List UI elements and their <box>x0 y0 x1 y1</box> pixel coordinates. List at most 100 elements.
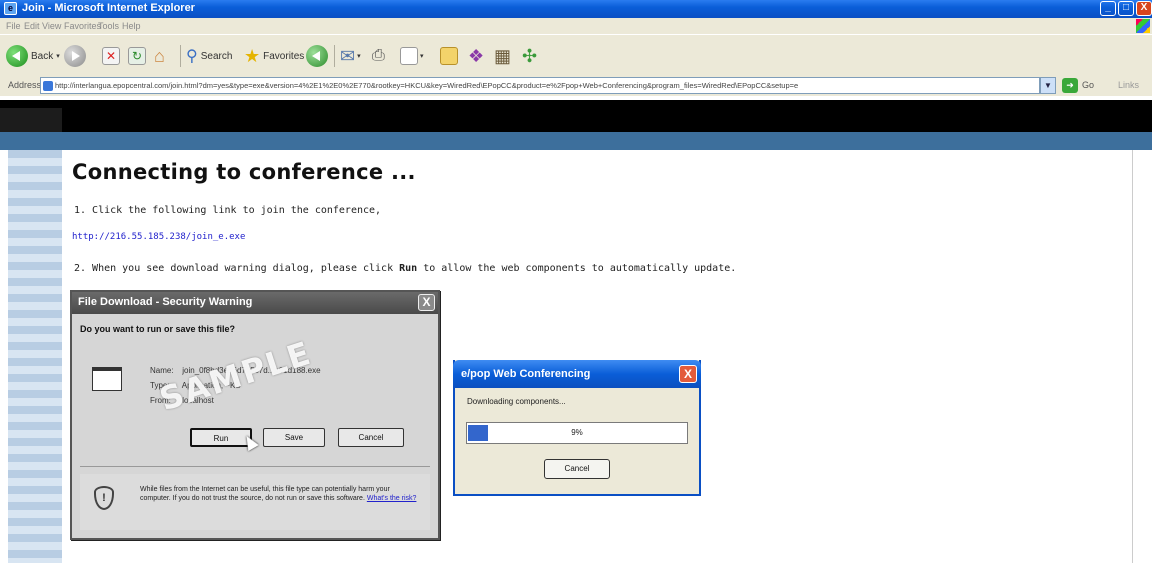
back-label: Back <box>31 50 54 62</box>
stop-button[interactable]: ✕ <box>102 43 120 69</box>
window-titlebar: e Join - Microsoft Internet Explorer _ □… <box>0 0 1152 18</box>
stop-icon: ✕ <box>102 47 120 65</box>
address-dropdown-button[interactable]: ▼ <box>1040 77 1056 94</box>
back-button[interactable]: Back ▾ <box>6 43 60 69</box>
save-button[interactable]: Save <box>263 428 325 447</box>
menu-view[interactable]: View <box>42 21 61 31</box>
messenger-button[interactable]: ❖ <box>468 43 484 69</box>
step-2-text-end: to allow the web components to automatic… <box>417 263 737 274</box>
file-download-titlebar: File Download - Security Warning X <box>72 292 438 314</box>
step-2-text-start: 2. When you see download warning dialog,… <box>74 263 400 274</box>
dialog-divider <box>80 466 430 467</box>
join-conference-link[interactable]: http://216.55.185.238/join_e.exe <box>72 232 245 242</box>
page-title: Connecting to conference ... <box>72 160 416 184</box>
refresh-button[interactable]: ↻ <box>128 43 146 69</box>
discuss-button[interactable] <box>440 43 458 69</box>
page-subheader-band <box>0 132 1152 150</box>
file-from-value: localhost <box>182 396 214 405</box>
print-icon: ⎙ <box>372 47 385 64</box>
shield-icon: ! <box>94 486 114 510</box>
step-2-run-keyword: Run <box>399 263 418 274</box>
file-from-row: From: localhost <box>150 396 214 405</box>
download-progress-percent: 9% <box>571 428 583 437</box>
file-type-row: Type: Application, ~KB <box>150 381 241 390</box>
menu-edit[interactable]: Edit <box>24 21 40 31</box>
go-arrow-icon[interactable]: ➜ <box>1062 78 1078 93</box>
file-type-value: Application, ~KB <box>181 381 241 390</box>
go-button[interactable]: Go <box>1082 80 1094 90</box>
history-button[interactable] <box>306 43 328 69</box>
conferencing-titlebar: e/pop Web Conferencing X <box>453 360 701 388</box>
close-window-button[interactable]: X <box>1136 1 1152 16</box>
mail-button[interactable]: ✉ ▾ <box>340 43 361 69</box>
file-from-label: From: <box>150 396 171 405</box>
related-button[interactable]: ✣ <box>522 43 537 69</box>
favorites-button[interactable]: ★ Favorites <box>244 43 304 69</box>
file-download-close-button[interactable]: X <box>418 294 435 311</box>
file-download-title: File Download - Security Warning <box>78 296 253 308</box>
file-download-question: Do you want to run or save this file? <box>80 324 236 334</box>
menu-favorites[interactable]: Favorites <box>64 21 101 31</box>
sample-watermark: SAMPLE <box>154 333 317 419</box>
ie-icon: e <box>4 2 17 15</box>
menu-file[interactable]: File <box>6 21 21 31</box>
menu-tools[interactable]: Tools <box>98 21 119 31</box>
home-button[interactable]: ⌂ <box>154 43 165 69</box>
security-warning-text: While files from the Internet can be use… <box>140 485 420 503</box>
maximize-button[interactable]: □ <box>1118 1 1134 16</box>
download-progress-bar: 9% <box>466 422 688 444</box>
favorites-label: Favorites <box>263 50 305 62</box>
page-header-band <box>0 100 1152 132</box>
application-file-icon <box>92 367 122 391</box>
search-icon: ⚲ <box>186 48 198 65</box>
chevron-down-icon: ▾ <box>357 53 361 60</box>
step-2-text: 2. When you see download warning dialog,… <box>74 263 736 274</box>
edit-button[interactable]: ▾ <box>400 43 424 69</box>
file-name-value: join_0f8bd3e96d7a5c7d...e01d188.exe <box>182 366 321 375</box>
chevron-down-icon: ▾ <box>420 53 424 60</box>
menu-help[interactable]: Help <box>122 21 141 31</box>
conferencing-close-button[interactable]: X <box>679 365 697 383</box>
minimize-button[interactable]: _ <box>1100 1 1116 16</box>
file-name-row: Name: join_0f8bd3e96d7a5c7d...e01d188.ex… <box>150 366 321 375</box>
history-icon <box>306 45 328 67</box>
page-left-stripe <box>8 150 62 563</box>
cancel-download-button[interactable]: Cancel <box>338 428 404 447</box>
page-icon <box>43 81 53 91</box>
star-icon: ★ <box>244 45 261 66</box>
forward-arrow-icon <box>64 45 86 67</box>
security-warning-box: ! While files from the Internet can be u… <box>80 474 430 530</box>
search-label: Search <box>200 50 233 62</box>
links-label[interactable]: Links <box>1118 80 1139 90</box>
conferencing-progress-dialog: e/pop Web Conferencing X Downloading com… <box>453 360 701 496</box>
address-url: http://interlangua.epopcentral.com/join.… <box>55 81 799 90</box>
download-status-text: Downloading components... <box>467 397 566 406</box>
browser-toolbar: Back ▾ ✕ ↻ ⌂ ⚲ Search ★ Favorites ✉ ▾ ⎙ … <box>0 34 1152 76</box>
research-button[interactable]: ▦ <box>494 43 511 69</box>
address-input[interactable]: http://interlangua.epopcentral.com/join.… <box>40 77 1040 94</box>
file-type-label: Type: <box>150 381 170 390</box>
print-button[interactable]: ⎙ <box>372 43 385 69</box>
whats-the-risk-link[interactable]: What's the risk? <box>367 495 417 502</box>
refresh-icon: ↻ <box>128 47 146 65</box>
window-title: Join - Microsoft Internet Explorer <box>22 2 195 14</box>
address-bar: Address http://interlangua.epopcentral.c… <box>0 76 1152 96</box>
windows-logo-icon <box>1136 19 1150 33</box>
search-button[interactable]: ⚲ Search <box>186 43 232 69</box>
conferencing-title: e/pop Web Conferencing <box>461 368 591 380</box>
security-warning-body: While files from the Internet can be use… <box>140 486 390 502</box>
messenger-icon: ❖ <box>468 45 485 66</box>
chevron-down-icon: ▾ <box>56 53 60 60</box>
home-icon: ⌂ <box>154 45 165 66</box>
header-tab-block <box>0 108 62 132</box>
menu-bar: File Edit View Favorites Tools Help <box>0 18 1152 34</box>
related-links-icon: ✣ <box>522 45 538 66</box>
page-right-border <box>1132 150 1133 563</box>
forward-button[interactable] <box>64 43 86 69</box>
cancel-conferencing-button[interactable]: Cancel <box>544 459 610 479</box>
file-download-dialog: File Download - Security Warning X Do yo… <box>70 290 440 540</box>
back-arrow-icon <box>6 45 28 67</box>
research-icon: ▦ <box>494 45 512 66</box>
folder-icon <box>440 47 458 65</box>
address-label: Address <box>8 80 42 90</box>
